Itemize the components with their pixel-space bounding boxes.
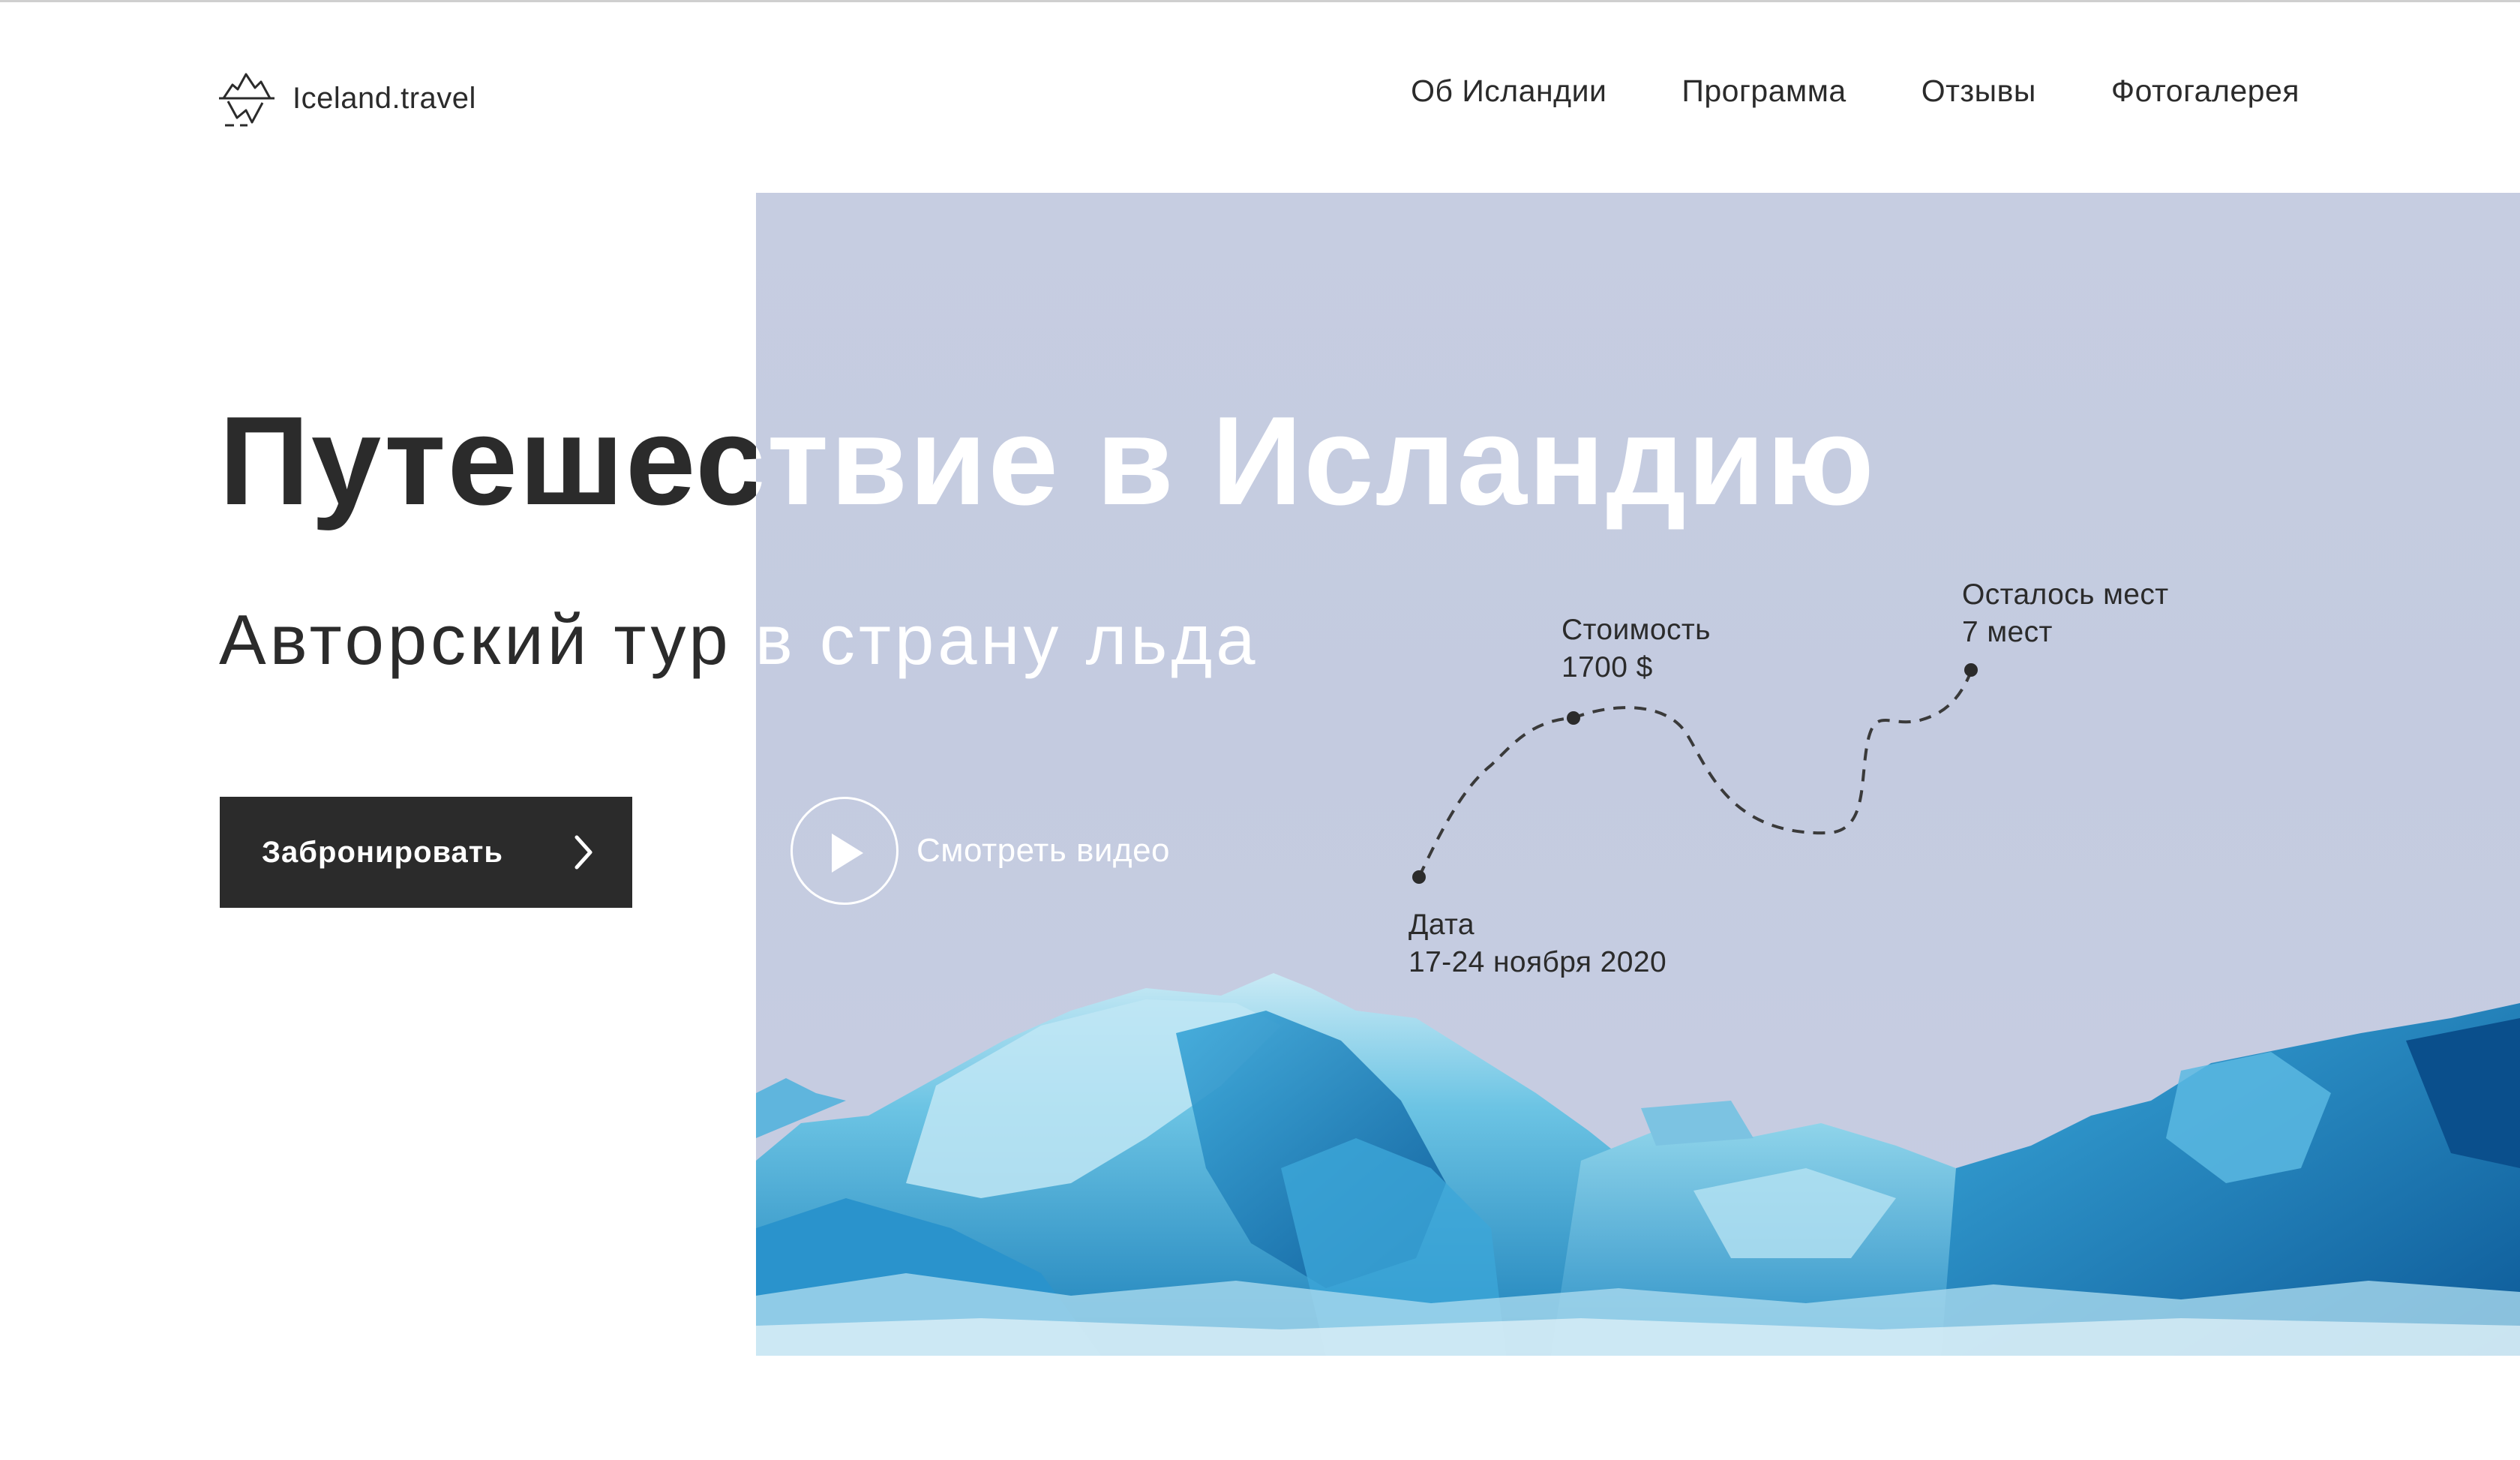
watch-video-label: Смотреть видео (916, 832, 1171, 869)
price-label: Стоимость (1562, 614, 1711, 646)
play-button[interactable] (790, 797, 898, 905)
nav-item-reviews[interactable]: Отзывы (1922, 74, 2036, 109)
route-point-date (1412, 870, 1426, 884)
price-info: Стоимость 1700 $ (1562, 611, 1711, 686)
watch-video-link[interactable]: Смотреть видео (790, 797, 1170, 905)
route-point-price (1567, 711, 1580, 725)
seats-info: Осталось мест 7 мест (1962, 576, 2169, 651)
date-value: 17-24 ноября 2020 (1408, 946, 1667, 978)
iceberg-icon (219, 73, 274, 127)
page-title: Путешествие в Исландию (219, 390, 756, 531)
seats-label: Осталось мест (1962, 578, 2169, 611)
nav-item-about[interactable]: Об Исландии (1411, 74, 1606, 109)
book-button[interactable]: Забронировать (220, 797, 632, 908)
page-subtitle: Авторский тур в страну льда (219, 600, 756, 679)
main-nav: Об Исландии Программа Отзывы Фотогалерея (1336, 74, 2300, 109)
route-point-seats (1964, 663, 1978, 677)
play-icon (832, 834, 863, 873)
seats-value: 7 мест (1962, 616, 2053, 648)
date-info: Дата 17-24 ноября 2020 (1408, 906, 1666, 981)
nav-item-gallery[interactable]: Фотогалерея (2111, 74, 2300, 109)
logo-text: Iceland.travel (292, 81, 476, 115)
chevron-right-icon (574, 835, 592, 870)
nav-item-program[interactable]: Программа (1682, 74, 1846, 109)
date-label: Дата (1408, 909, 1474, 941)
price-value: 1700 $ (1562, 651, 1653, 683)
book-button-label: Забронировать (262, 835, 503, 869)
top-divider (0, 0, 2520, 2)
logo[interactable]: Iceland.travel (218, 65, 476, 132)
